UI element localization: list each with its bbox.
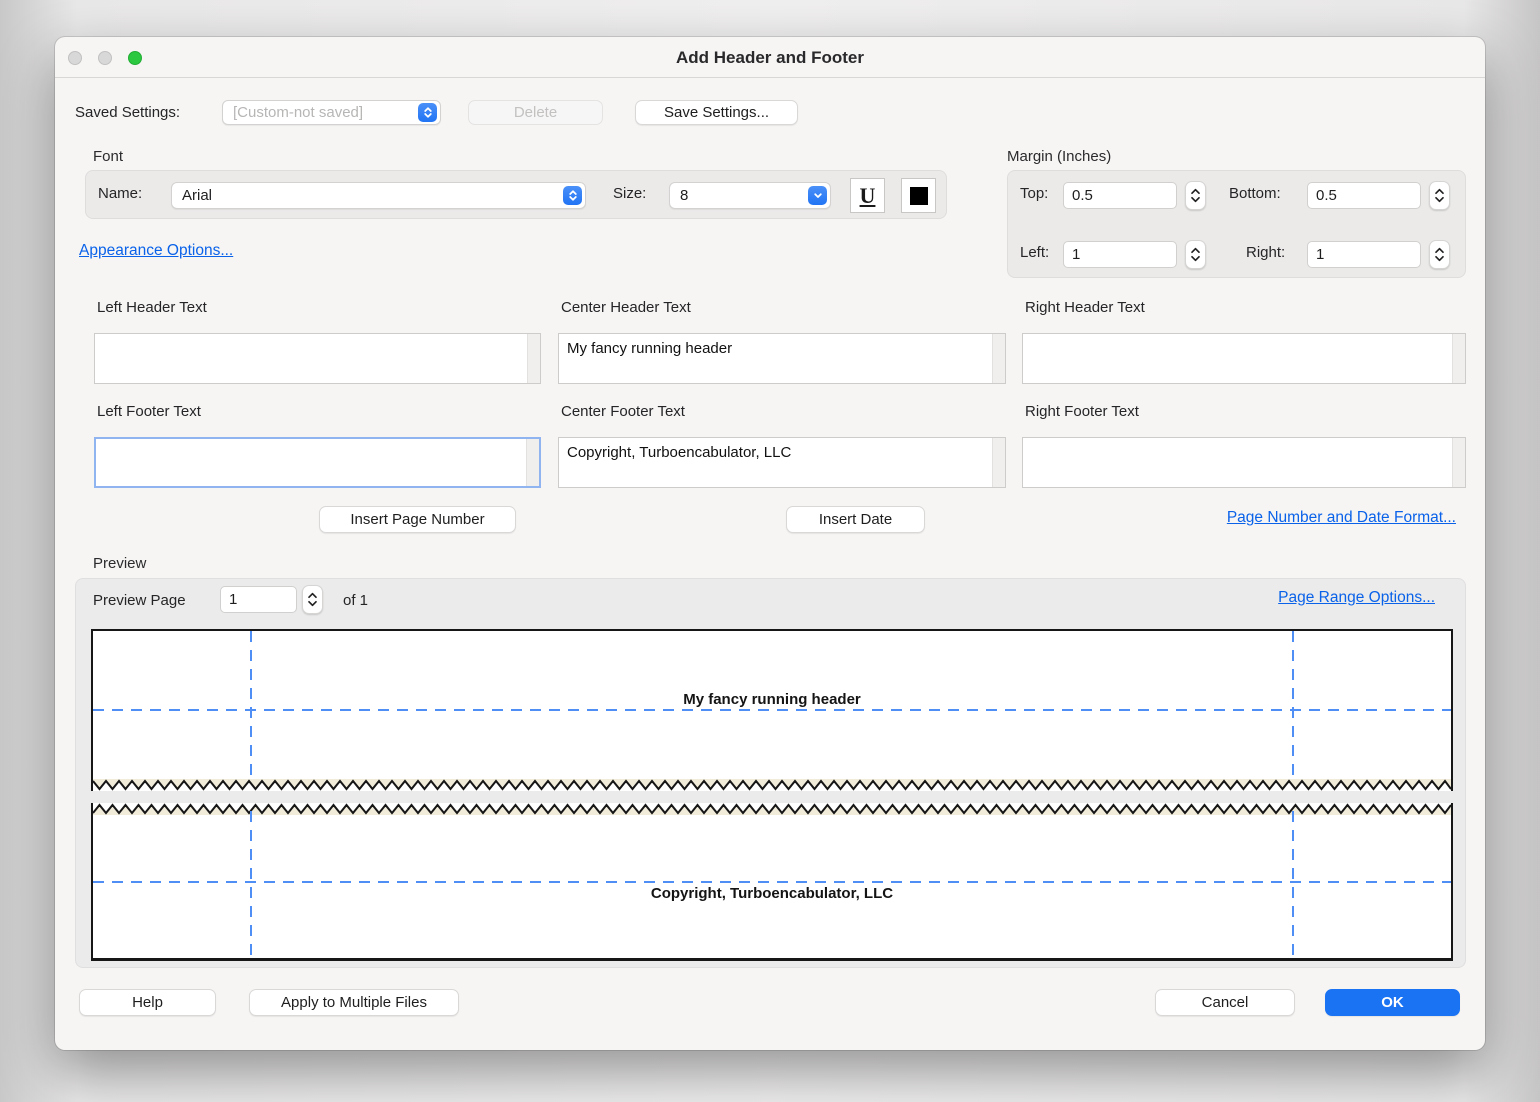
preview-page-of-label: of 1 [343, 592, 368, 609]
page-number-date-format-link[interactable]: Page Number and Date Format... [1227, 509, 1456, 527]
margin-left-label: Left: [1020, 244, 1049, 261]
right-header-field [1022, 333, 1466, 384]
center-footer-field: Copyright, Turboencabulator, LLC [558, 437, 1006, 488]
save-settings-button[interactable]: Save Settings... [635, 100, 798, 125]
margin-left-input[interactable] [1063, 241, 1177, 268]
right-header-label: Right Header Text [1025, 299, 1145, 316]
font-size-select[interactable]: 8 [669, 182, 831, 209]
preview-page-label: Preview Page [93, 592, 186, 609]
preview-section-label: Preview [93, 555, 146, 572]
saved-settings-value: [Custom-not saved] [233, 104, 418, 121]
preview-page-stepper[interactable] [302, 585, 323, 614]
help-button[interactable]: Help [79, 989, 216, 1016]
insert-page-number-button[interactable]: Insert Page Number [319, 506, 516, 533]
cancel-button[interactable]: Cancel [1155, 989, 1295, 1016]
center-header-field: My fancy running header [558, 333, 1006, 384]
font-size-label: Size: [613, 185, 646, 202]
saved-settings-select[interactable]: [Custom-not saved] [222, 100, 441, 125]
font-color-button[interactable] [901, 178, 936, 213]
torn-edge-top [93, 803, 1451, 815]
page-bottom-segment: Copyright, Turboencabulator, LLC [91, 803, 1453, 961]
saved-settings-label: Saved Settings: [75, 104, 180, 121]
insert-date-button[interactable]: Insert Date [786, 506, 925, 533]
center-header-textarea[interactable]: My fancy running header [559, 334, 992, 383]
footer-margin-guide [93, 881, 1451, 883]
left-footer-label: Left Footer Text [97, 403, 201, 420]
scrollbar-track[interactable] [1452, 438, 1465, 487]
scrollbar-track[interactable] [992, 438, 1005, 487]
left-header-textarea[interactable] [95, 334, 527, 383]
left-footer-field [94, 437, 541, 488]
page-range-options-link[interactable]: Page Range Options... [1278, 589, 1435, 607]
add-header-footer-dialog: Add Header and Footer Saved Settings: [C… [55, 37, 1485, 1050]
preview-panel: Preview Page of 1 Page Range Options... … [75, 578, 1466, 968]
appearance-options-link[interactable]: Appearance Options... [79, 242, 233, 260]
black-color-swatch [910, 187, 928, 205]
font-section-label: Font [93, 148, 123, 165]
margin-top-label: Top: [1020, 185, 1048, 202]
preview-header-text: My fancy running header [93, 690, 1451, 710]
underline-button[interactable]: U [850, 178, 885, 213]
margin-top-stepper[interactable] [1185, 181, 1206, 210]
margin-section-label: Margin (Inches) [1007, 148, 1111, 165]
margin-right-input[interactable] [1307, 241, 1421, 268]
margin-bottom-stepper[interactable] [1429, 181, 1450, 210]
right-footer-label: Right Footer Text [1025, 403, 1139, 420]
font-name-label: Name: [98, 185, 142, 202]
desktop: Add Header and Footer Saved Settings: [C… [0, 0, 1540, 1102]
margin-right-label: Right: [1246, 244, 1285, 261]
preview-page-input[interactable] [220, 586, 297, 613]
right-header-textarea[interactable] [1023, 334, 1452, 383]
page-preview: My fancy running header Copyright, Turbo… [91, 629, 1453, 961]
center-footer-textarea[interactable]: Copyright, Turboencabulator, LLC [559, 438, 992, 487]
delete-settings-button[interactable]: Delete [468, 100, 603, 125]
font-name-value: Arial [182, 187, 563, 204]
left-footer-textarea[interactable] [96, 439, 526, 486]
center-header-label: Center Header Text [561, 299, 691, 316]
margin-bottom-label: Bottom: [1229, 185, 1281, 202]
titlebar: Add Header and Footer [55, 37, 1485, 78]
right-footer-field [1022, 437, 1466, 488]
center-footer-label: Center Footer Text [561, 403, 685, 420]
chevron-up-down-icon [418, 103, 437, 122]
left-header-label: Left Header Text [97, 299, 207, 316]
scrollbar-track[interactable] [992, 334, 1005, 383]
scrollbar-track[interactable] [526, 439, 539, 486]
preview-footer-text: Copyright, Turboencabulator, LLC [93, 884, 1451, 904]
font-panel: Name: Arial Size: 8 U [85, 170, 947, 219]
scrollbar-track[interactable] [1452, 334, 1465, 383]
chevron-down-icon [808, 186, 827, 205]
margin-top-input[interactable] [1063, 182, 1177, 209]
font-size-value: 8 [680, 187, 808, 204]
font-name-select[interactable]: Arial [171, 182, 586, 209]
right-footer-textarea[interactable] [1023, 438, 1452, 487]
page-top-segment: My fancy running header [91, 629, 1453, 791]
left-header-field [94, 333, 541, 384]
ok-button[interactable]: OK [1325, 989, 1460, 1016]
underline-glyph: U [860, 185, 876, 207]
margin-left-stepper[interactable] [1185, 240, 1206, 269]
margin-right-stepper[interactable] [1429, 240, 1450, 269]
margin-bottom-input[interactable] [1307, 182, 1421, 209]
scrollbar-track[interactable] [527, 334, 540, 383]
dialog-title: Add Header and Footer [55, 37, 1485, 78]
torn-edge-bottom [93, 779, 1451, 791]
margin-panel: Top: Bottom: Left: Right: [1007, 170, 1466, 278]
apply-to-multiple-files-button[interactable]: Apply to Multiple Files [249, 989, 459, 1016]
chevron-up-down-icon [563, 186, 582, 205]
